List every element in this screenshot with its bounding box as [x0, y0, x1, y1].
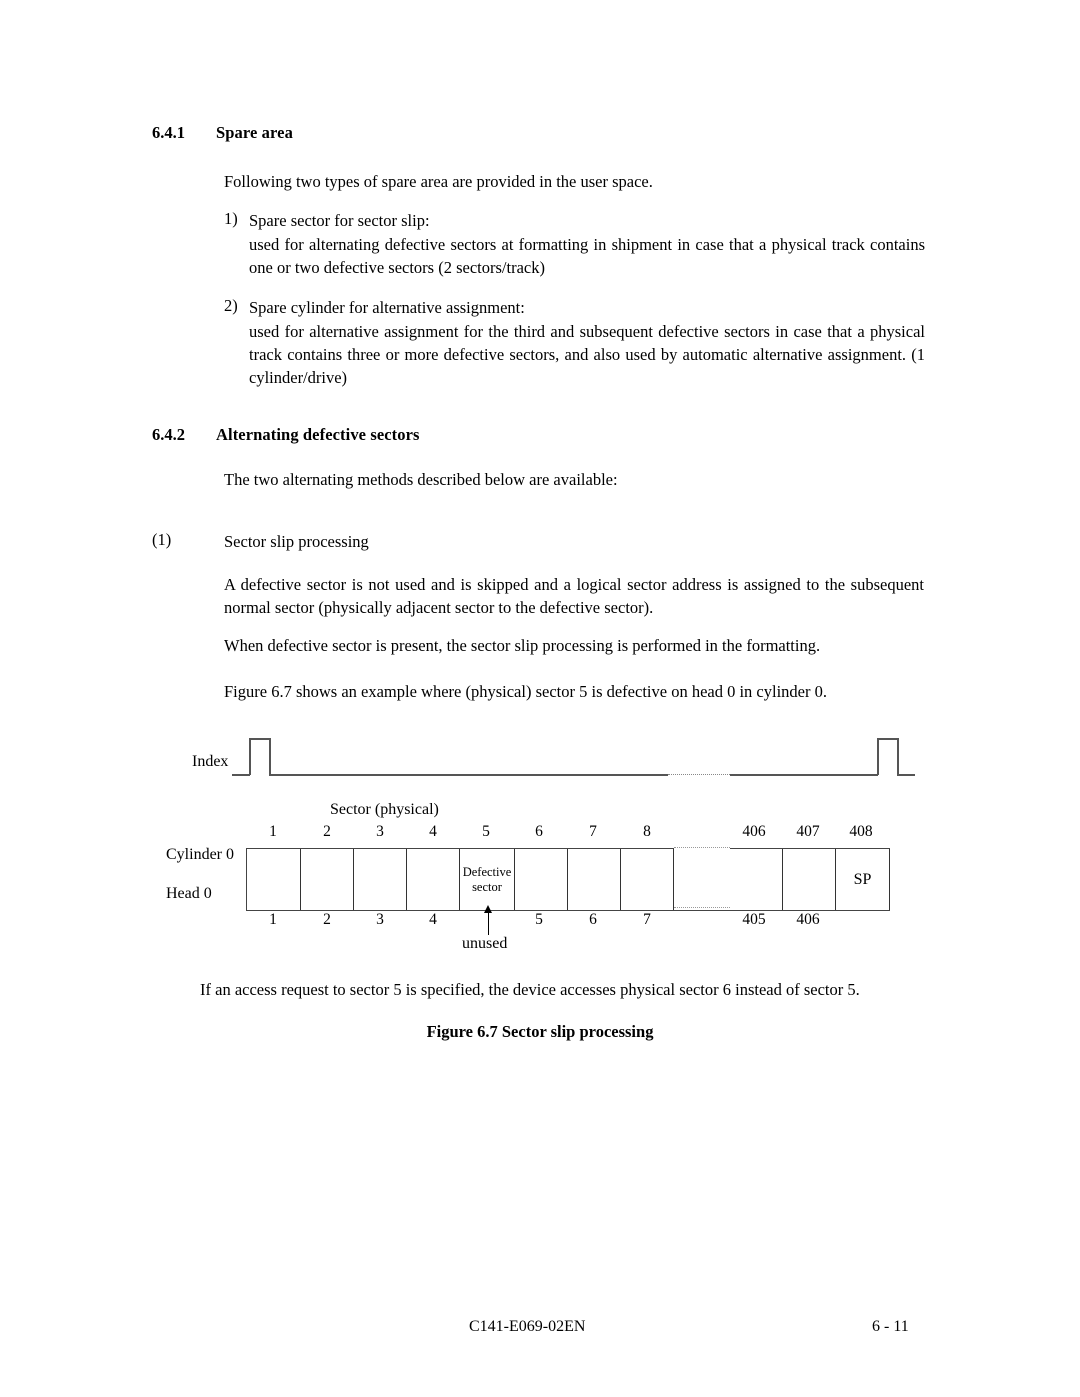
row-label-cylinder: Cylinder 0 — [166, 846, 234, 863]
logical-number: 405 — [742, 911, 766, 928]
sector-slip-paragraph-3: Figure 6.7 shows an example where (physi… — [224, 682, 827, 701]
sector-cell-ellipsis-gap — [674, 847, 730, 909]
section-title-spare-area: Spare area — [216, 123, 293, 142]
unused-arrow-head-icon — [484, 905, 492, 913]
physical-number: 5 — [482, 823, 490, 840]
physical-number: 8 — [643, 823, 651, 840]
sector-cell-4 — [407, 849, 460, 910]
sector-cell-3 — [354, 849, 407, 910]
sector-slip-paragraph-1: A defective sector is not used and is sk… — [224, 575, 924, 617]
figure-note: If an access request to sector 5 is spec… — [200, 980, 860, 999]
sector-cell-406 — [730, 849, 783, 910]
index-baseline-mid-b — [730, 774, 878, 776]
index-pulse-fall-right — [897, 738, 899, 775]
section-number-642: 6.4.2 — [152, 425, 185, 444]
sector-slip-paragraph-2: When defective sector is present, the se… — [224, 636, 821, 655]
index-baseline-left — [232, 774, 250, 776]
physical-number: 6 — [535, 823, 543, 840]
physical-number: 406 — [742, 823, 766, 840]
physical-number: 4 — [429, 823, 437, 840]
index-label: Index — [192, 753, 229, 770]
index-baseline-dotted-gap — [668, 774, 730, 775]
physical-number: 408 — [849, 823, 873, 840]
index-pulse-fall-left — [269, 738, 271, 775]
sector-cell-8 — [621, 849, 674, 910]
figure-caption: Figure 6.7 Sector slip processing — [426, 1022, 654, 1041]
list-marker-2: 2) — [224, 296, 238, 315]
spare-area-intro: Following two types of spare area are pr… — [224, 172, 653, 191]
alternating-intro: The two alternating methods described be… — [224, 470, 618, 489]
physical-number: 407 — [796, 823, 820, 840]
index-baseline-mid-a — [269, 774, 668, 776]
logical-number: 406 — [796, 911, 820, 928]
sector-cell-1 — [247, 849, 301, 910]
logical-number: 2 — [323, 911, 331, 928]
index-pulse-rise-left — [249, 738, 251, 775]
spare-cylinder-heading: Spare cylinder for alternative assignmen… — [249, 298, 525, 317]
logical-number: 7 — [643, 911, 651, 928]
section-number-641: 6.4.1 — [152, 123, 185, 142]
logical-number: 5 — [535, 911, 543, 928]
index-pulse-rise-right — [877, 738, 879, 775]
unused-label: unused — [462, 935, 508, 952]
sector-cell-407 — [783, 849, 836, 910]
row-label-head: Head 0 — [166, 885, 212, 902]
sector-cell-5-defective: Defective sector — [460, 849, 515, 910]
defective-line-1: Defective — [462, 864, 512, 879]
sector-physical-label: Sector (physical) — [330, 801, 439, 818]
physical-number: 7 — [589, 823, 597, 840]
list-marker-1: 1) — [224, 209, 238, 228]
sector-track-table: Defective sector SP — [246, 847, 890, 911]
index-baseline-right — [897, 774, 915, 776]
physical-number: 3 — [376, 823, 384, 840]
logical-number: 6 — [589, 911, 597, 928]
spare-sector-body: used for alternating defective sectors a… — [249, 235, 925, 277]
index-pulse-top-left — [249, 738, 271, 740]
document-page: 6.4.1 Spare area Following two types of … — [0, 0, 1080, 1397]
unused-arrow-stem — [488, 912, 490, 935]
spare-label: SP — [853, 870, 872, 888]
defective-sector-text: Defective sector — [463, 865, 512, 895]
spare-cylinder-body: used for alternative assignment for the … — [249, 322, 925, 387]
footer-page-number: 6 - 11 — [872, 1318, 909, 1335]
logical-number: 4 — [429, 911, 437, 928]
logical-number: 3 — [376, 911, 384, 928]
defective-line-2: sector — [472, 879, 502, 894]
subsection-title-sector-slip-processing: Sector slip processing — [224, 532, 369, 551]
section-title-alternating-defective-sectors: Alternating defective sectors — [216, 425, 420, 444]
logical-number: 1 — [269, 911, 277, 928]
index-pulse-top-right — [877, 738, 899, 740]
sector-cell-2 — [301, 849, 354, 910]
physical-number: 1 — [269, 823, 277, 840]
footer-document-id: C141-E069-02EN — [469, 1318, 586, 1335]
subsection-marker-1: (1) — [152, 530, 172, 549]
sector-cell-7 — [568, 849, 621, 910]
spare-sector-heading: Spare sector for sector slip: — [249, 211, 430, 230]
sector-cell-6 — [515, 849, 568, 910]
sector-cell-408-spare: SP — [836, 849, 890, 910]
physical-number: 2 — [323, 823, 331, 840]
